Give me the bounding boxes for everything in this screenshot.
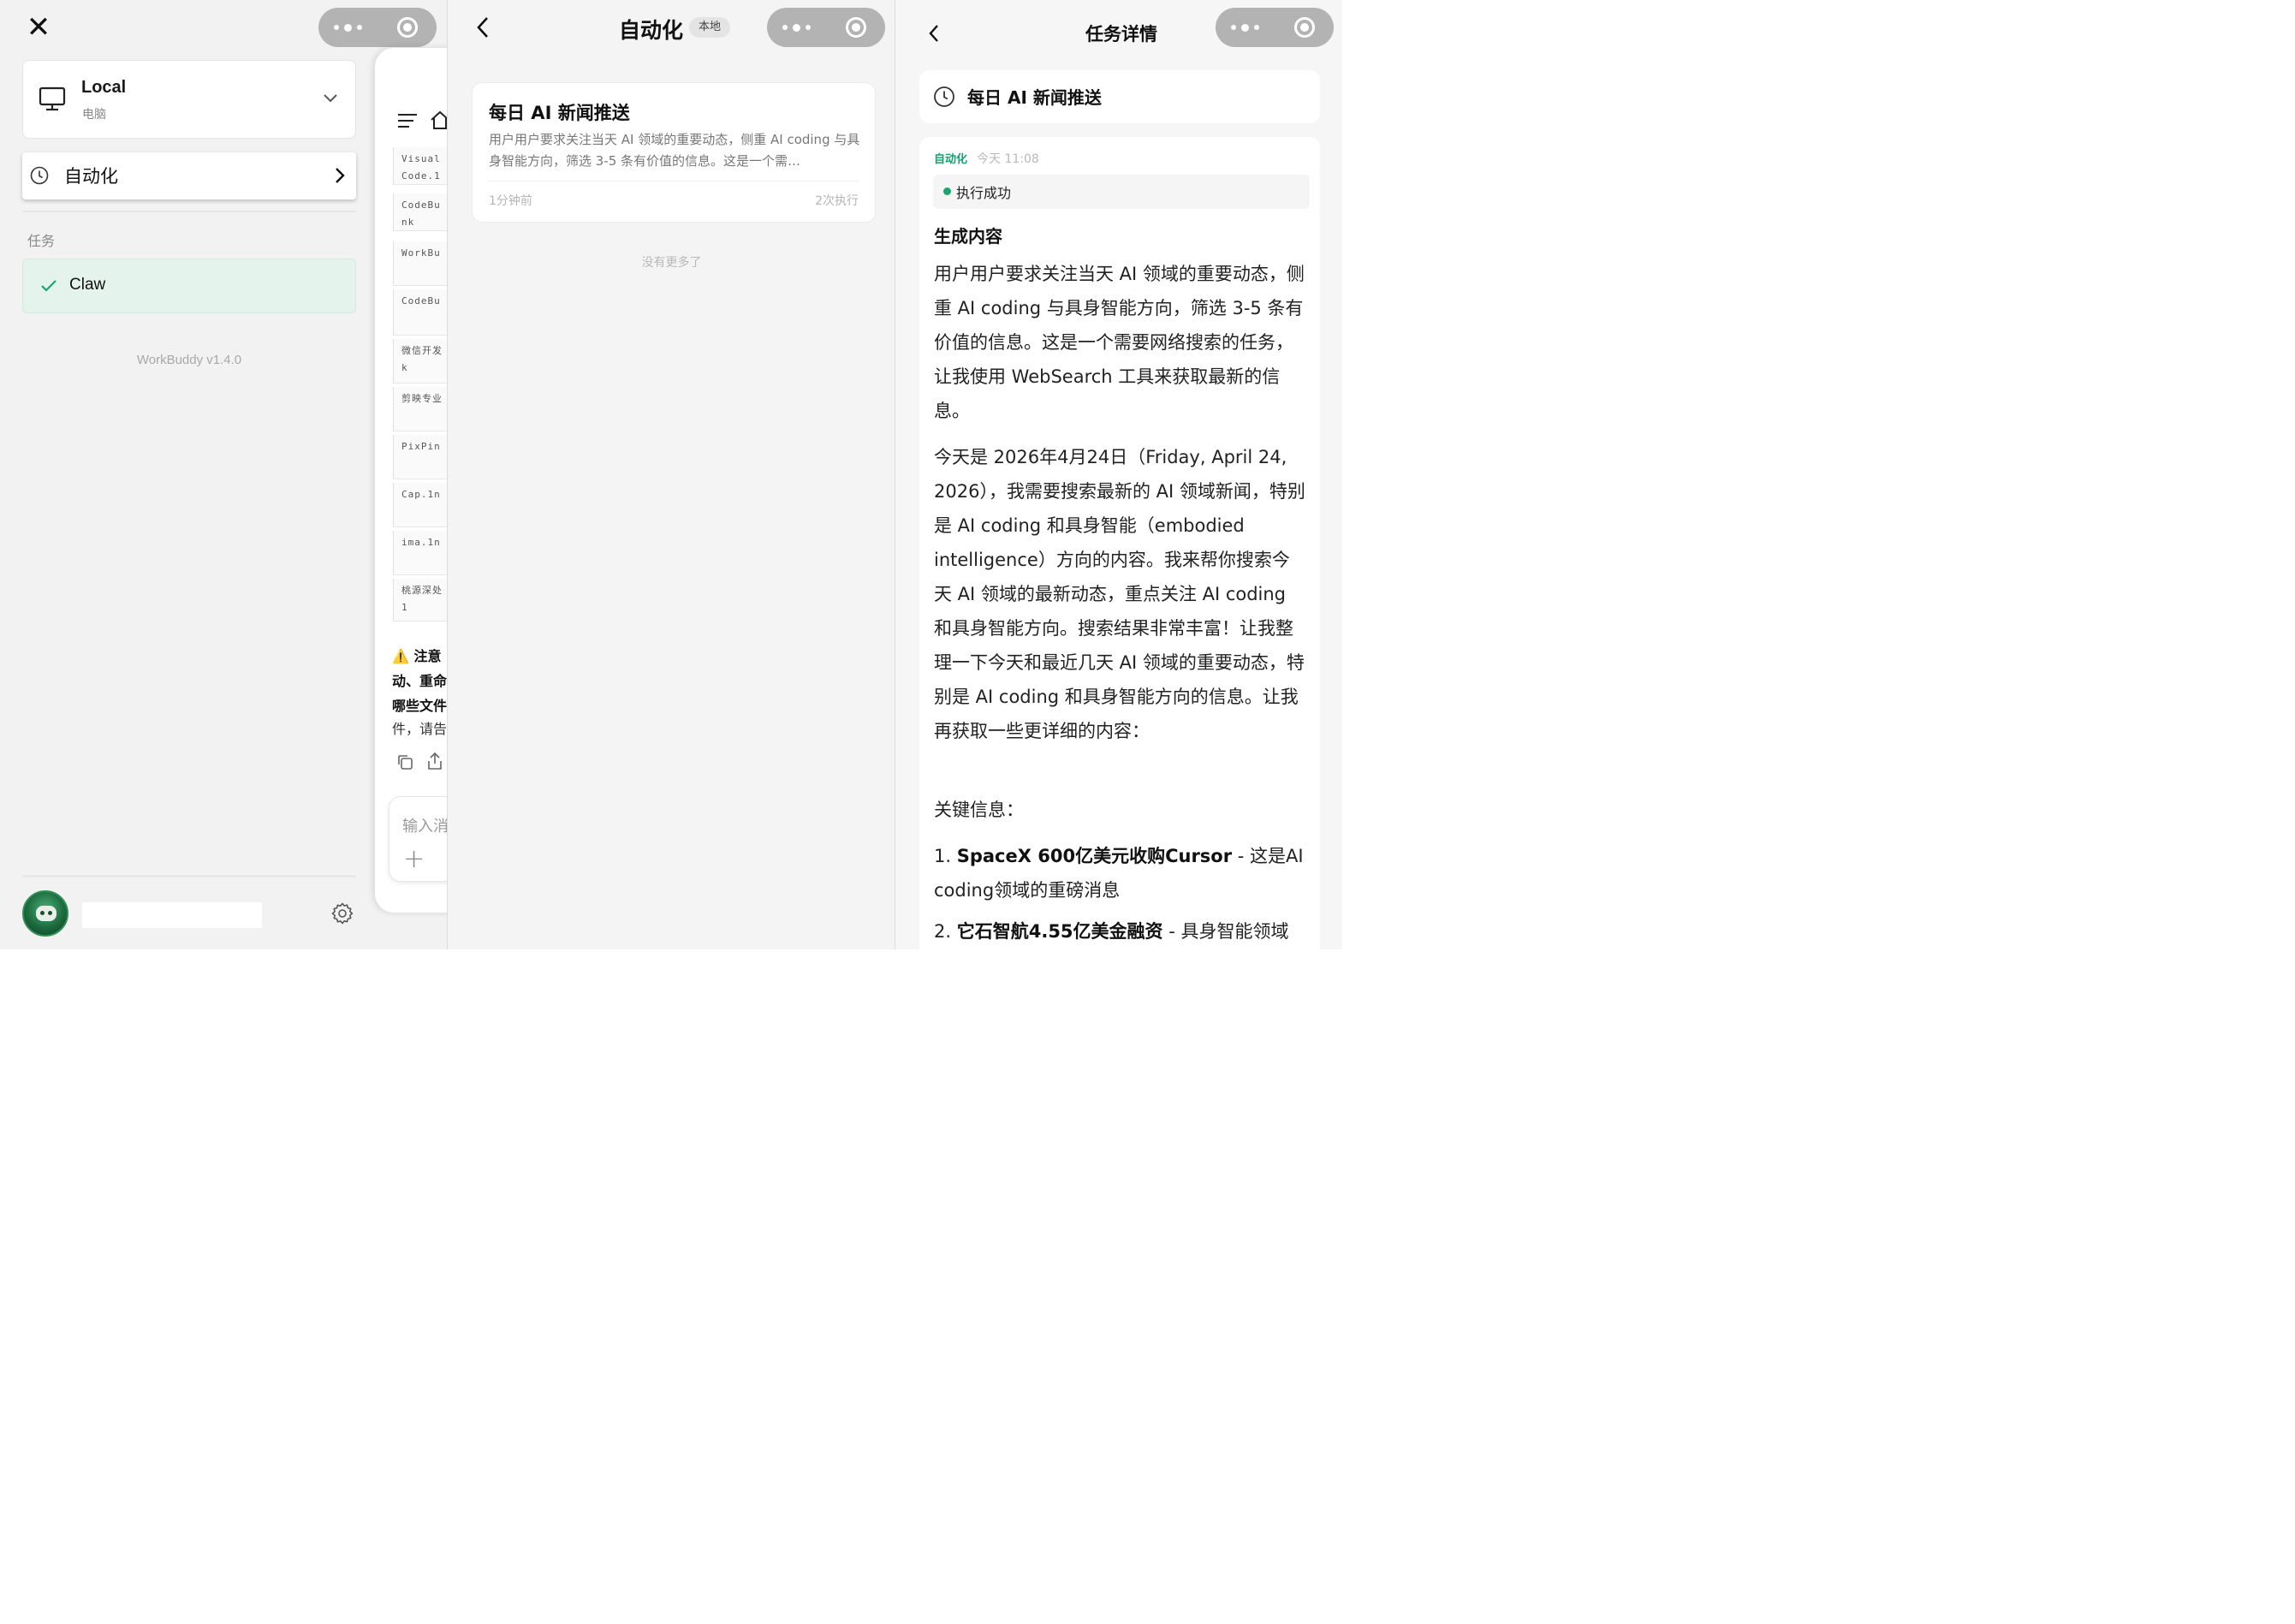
workspace-subtitle: 电脑 (82, 108, 106, 122)
file-item[interactable]: 剪映专业 (393, 387, 447, 431)
chat-window: Visual Code.1 CodeBu nk WorkBu CodeBu 微信… (375, 48, 447, 913)
check-icon (41, 280, 56, 292)
file-item[interactable]: 桃源深处 1 (393, 579, 447, 622)
chevron-down-icon (324, 94, 337, 103)
card-time: 1分钟前 (489, 194, 532, 208)
clock-icon (934, 86, 954, 107)
divider (22, 211, 356, 212)
card-run-count: 2次执行 (815, 194, 859, 208)
task-name: 每日 AI 新闻推送 (967, 87, 1102, 108)
avatar[interactable] (22, 890, 68, 937)
more-icon[interactable] (767, 23, 826, 32)
warning-tail: 件，请告 (392, 721, 447, 737)
content-paragraph: 用户用户要求关注当天 AI 领域的重要动态，侧重 AI coding 与具身智能… (934, 264, 1305, 421)
menu-icon[interactable] (397, 113, 418, 128)
workspace-selector[interactable]: Local 电脑 (22, 60, 356, 139)
page-title: 自动化 (619, 18, 684, 43)
mini-capsule (1216, 8, 1334, 47)
clock-icon (30, 166, 49, 185)
file-item[interactable]: Visual Code.1 (393, 147, 447, 185)
mini-capsule (318, 8, 437, 47)
file-item[interactable]: WorkBu (393, 241, 447, 286)
more-icon[interactable] (1216, 23, 1275, 32)
list-item: 1. SpaceX 600亿美元收购Cursor - 这是AI coding领域… (934, 846, 1304, 901)
card-description: 用户用户要求关注当天 AI 领域的重要动态，侧重 AI coding 与具身智能… (489, 132, 860, 169)
left-panel: ✕ Local 电脑 自动化 任务 Claw WorkBuddy v1.4.0 … (0, 0, 447, 949)
key-info-label: 关键信息： (934, 800, 1024, 820)
section-title: 生成内容 (934, 226, 1002, 247)
list-item: 2. 它石智航4.55亿美金融资 - 具身智能领域 (934, 921, 1289, 942)
exit-mini-icon[interactable] (378, 17, 437, 38)
automation-panel: 自动化 本地 每日 AI 新闻推送 用户用户要求关注当天 AI 领域的重要动态，… (447, 0, 895, 949)
file-item[interactable]: PixPin (393, 435, 447, 479)
task-detail-panel: 任务详情 每日 AI 新闻推送 自动化 今天 11:08 执行成功 生成内容 用… (895, 0, 1342, 949)
file-item[interactable]: Cap.1n (393, 483, 447, 527)
share-icon[interactable] (426, 752, 443, 770)
mini-capsule (767, 8, 885, 47)
file-item[interactable]: 微信开发 k (393, 339, 447, 384)
app-version: WorkBuddy v1.4.0 (136, 353, 242, 367)
task-header: 每日 AI 新闻推送 (919, 70, 1320, 123)
add-attachment-icon[interactable]: + (403, 847, 425, 872)
more-icon[interactable] (318, 23, 378, 32)
no-more-text: 没有更多了 (641, 256, 702, 270)
message-input[interactable]: 输入消 + (389, 796, 447, 882)
file-item[interactable]: ima.1n (393, 531, 447, 575)
automation-tag: 自动化 (934, 153, 968, 166)
workspace-name: Local (81, 78, 127, 97)
automation-entry[interactable]: 自动化 (22, 152, 356, 199)
home-icon[interactable] (430, 110, 447, 130)
monitor-icon (39, 86, 66, 111)
footer-divider (22, 875, 356, 877)
card-title: 每日 AI 新闻推送 (489, 103, 630, 123)
close-icon[interactable]: ✕ (26, 13, 51, 42)
user-name-placeholder (82, 902, 262, 928)
local-badge: 本地 (689, 17, 731, 38)
file-item[interactable]: CodeBu nk (393, 193, 447, 231)
task-item-claw[interactable]: Claw (22, 259, 356, 313)
automation-label: 自动化 (64, 166, 118, 187)
status-badge: 执行成功 (933, 175, 1310, 209)
chevron-right-icon (336, 168, 345, 183)
task-item-label: Claw (69, 276, 106, 294)
copy-icon[interactable] (396, 753, 413, 770)
automation-card[interactable]: 每日 AI 新闻推送 用户用户要求关注当天 AI 领域的重要动态，侧重 AI c… (472, 82, 876, 223)
run-detail-card: 自动化 今天 11:08 执行成功 生成内容 用户用户要求关注当天 AI 领域的… (919, 137, 1320, 949)
message-placeholder: 输入消 (402, 818, 447, 836)
gear-icon[interactable] (330, 901, 355, 926)
success-dot-icon (943, 187, 951, 195)
run-timestamp: 今天 11:08 (977, 152, 1039, 166)
back-icon[interactable] (473, 15, 494, 40)
tasks-section-label: 任务 (27, 233, 56, 249)
exit-mini-icon[interactable] (1275, 17, 1334, 38)
status-text: 执行成功 (956, 185, 1012, 201)
exit-mini-icon[interactable] (826, 17, 885, 38)
file-item[interactable]: CodeBu (393, 289, 447, 336)
warning-text: ⚠️ 注意 动、重命 哪些文件 (392, 648, 447, 714)
content-paragraph: 今天是 2026年4月24日（Friday, April 24, 2026），我… (934, 447, 1305, 741)
